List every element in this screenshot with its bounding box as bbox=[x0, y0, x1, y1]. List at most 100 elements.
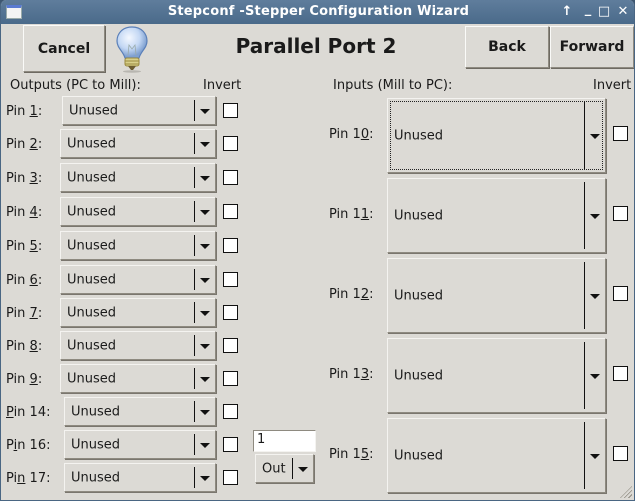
output-pin-select[interactable]: Unused bbox=[62, 96, 216, 125]
output-pin-value: Unused bbox=[69, 103, 119, 118]
combo-separator bbox=[194, 100, 195, 121]
output-pin-select[interactable]: Unused bbox=[64, 463, 216, 492]
input-invert-checkbox[interactable] bbox=[613, 286, 628, 301]
inputs-heading: Inputs (Mill to PC): bbox=[333, 78, 453, 93]
port-direction-select[interactable]: Out bbox=[255, 454, 314, 483]
pin-label-prefix: Pin bbox=[6, 273, 30, 288]
output-invert-checkbox[interactable] bbox=[223, 272, 238, 287]
chevron-down-icon bbox=[590, 213, 600, 219]
back-button[interactable]: Back bbox=[465, 26, 549, 68]
input-invert-checkbox[interactable] bbox=[613, 126, 628, 141]
chevron-down-icon bbox=[200, 442, 210, 448]
pin-label-prefix: Pin bbox=[6, 239, 30, 254]
combo-separator bbox=[194, 201, 195, 222]
output-invert-checkbox[interactable] bbox=[223, 437, 238, 452]
pin-label-mnemonic: 0 bbox=[360, 127, 370, 142]
output-pin-label: Pin 1: bbox=[6, 104, 42, 119]
output-pin-label: Pin 2: bbox=[6, 137, 42, 152]
output-pin-select[interactable]: Unused bbox=[60, 129, 216, 158]
output-invert-checkbox[interactable] bbox=[223, 238, 238, 253]
input-pin-select[interactable]: Unused bbox=[387, 338, 606, 413]
pin-label-suffix: : bbox=[37, 339, 43, 354]
output-invert-checkbox[interactable] bbox=[223, 305, 238, 320]
output-invert-checkbox[interactable] bbox=[223, 371, 238, 386]
chevron-down-icon bbox=[590, 373, 600, 379]
pin-label-prefix: Pin bbox=[6, 339, 30, 354]
pin-label-prefix: Pin bbox=[6, 205, 30, 220]
forward-button[interactable]: Forward bbox=[550, 26, 634, 68]
cancel-button[interactable]: Cancel bbox=[23, 25, 105, 72]
input-pin-label: Pin 10: bbox=[329, 127, 373, 142]
output-pin-select[interactable]: Unused bbox=[60, 231, 216, 260]
input-pin-select[interactable]: Unused bbox=[387, 178, 606, 253]
output-pin-label: Pin 5: bbox=[6, 239, 42, 254]
pin-label-prefix: Pin bbox=[6, 137, 30, 152]
output-pin-label: Pin 4: bbox=[6, 205, 42, 220]
input-pin-select[interactable]: Unused bbox=[387, 258, 606, 333]
output-pin-value: Unused bbox=[71, 404, 121, 419]
combo-separator bbox=[194, 434, 195, 455]
resize-grip[interactable] bbox=[620, 486, 632, 498]
input-invert-checkbox[interactable] bbox=[613, 366, 628, 381]
port-address-field[interactable]: 1 bbox=[253, 430, 316, 452]
combo-separator bbox=[194, 401, 195, 422]
pin-label-mnemonic: 5 bbox=[29, 239, 38, 254]
minimize-icon[interactable]: _ bbox=[581, 2, 595, 18]
output-invert-checkbox[interactable] bbox=[223, 170, 238, 185]
output-pin-select[interactable]: Unused bbox=[64, 430, 216, 459]
combo-separator bbox=[194, 368, 195, 389]
output-pin-value: Unused bbox=[71, 437, 121, 452]
chevron-down-icon bbox=[200, 475, 210, 481]
pin-label-suffix: n 16: bbox=[17, 438, 51, 453]
output-invert-checkbox[interactable] bbox=[223, 204, 238, 219]
keep-above-icon[interactable]: ↑ bbox=[560, 4, 574, 20]
chevron-down-icon bbox=[200, 108, 210, 114]
combo-separator bbox=[194, 335, 195, 356]
input-invert-checkbox[interactable] bbox=[613, 446, 628, 461]
pin-label-mnemonic: 6 bbox=[29, 273, 38, 288]
chevron-down-icon bbox=[200, 141, 210, 147]
output-invert-checkbox[interactable] bbox=[223, 404, 238, 419]
pin-label-suffix: : bbox=[37, 239, 43, 254]
pin-label-prefix: Pin 1 bbox=[329, 447, 361, 462]
output-pin-select[interactable]: Unused bbox=[60, 298, 216, 327]
combo-separator bbox=[194, 133, 195, 154]
combo-separator bbox=[584, 182, 585, 249]
pin-label-suffix: : bbox=[369, 127, 374, 142]
chevron-down-icon bbox=[200, 376, 210, 382]
pin-label-mnemonic: 9 bbox=[29, 372, 38, 387]
output-pin-value: Unused bbox=[67, 136, 117, 151]
input-pin-select[interactable]: Unused bbox=[387, 98, 606, 173]
pin-label-prefix: Pin bbox=[6, 306, 30, 321]
combo-separator bbox=[194, 467, 195, 488]
pin-label-prefix: Pin 1 bbox=[329, 127, 361, 142]
output-invert-checkbox[interactable] bbox=[223, 103, 238, 118]
output-invert-checkbox[interactable] bbox=[223, 470, 238, 485]
output-pin-select[interactable]: Unused bbox=[60, 265, 216, 294]
pin-label-suffix: : bbox=[37, 372, 43, 387]
pin-label-suffix: : bbox=[369, 207, 374, 222]
output-invert-checkbox[interactable] bbox=[223, 136, 238, 151]
output-pin-select[interactable]: Unused bbox=[60, 197, 216, 226]
output-pin-label: Pin 14: bbox=[6, 405, 50, 420]
pin-label-prefix: Pin bbox=[6, 171, 30, 186]
output-pin-select[interactable]: Unused bbox=[60, 364, 216, 393]
output-pin-select[interactable]: Unused bbox=[60, 331, 216, 360]
pin-label-prefix: Pin 1 bbox=[329, 287, 361, 302]
output-invert-checkbox[interactable] bbox=[223, 338, 238, 353]
output-pin-label: Pin 6: bbox=[6, 273, 42, 288]
output-pin-label: Pin 17: bbox=[6, 471, 50, 486]
close-icon[interactable]: ✕ bbox=[616, 4, 630, 20]
title-bar[interactable]: Stepconf -Stepper Configuration Wizard ↑… bbox=[1, 0, 634, 24]
pin-label-mnemonic: P bbox=[6, 405, 14, 420]
input-pin-select[interactable]: Unused bbox=[387, 418, 606, 493]
maximize-icon[interactable]: □ bbox=[597, 4, 611, 20]
input-pin-value: Unused bbox=[394, 448, 444, 463]
output-pin-label: Pin 3: bbox=[6, 171, 42, 186]
lightbulb-icon bbox=[116, 26, 148, 73]
output-pin-select[interactable]: Unused bbox=[60, 163, 216, 192]
stepconf-window: Stepconf -Stepper Configuration Wizard ↑… bbox=[0, 0, 635, 501]
input-invert-checkbox[interactable] bbox=[613, 206, 628, 221]
output-pin-select[interactable]: Unused bbox=[64, 397, 216, 426]
pin-label-mnemonic: 1 bbox=[360, 207, 370, 222]
